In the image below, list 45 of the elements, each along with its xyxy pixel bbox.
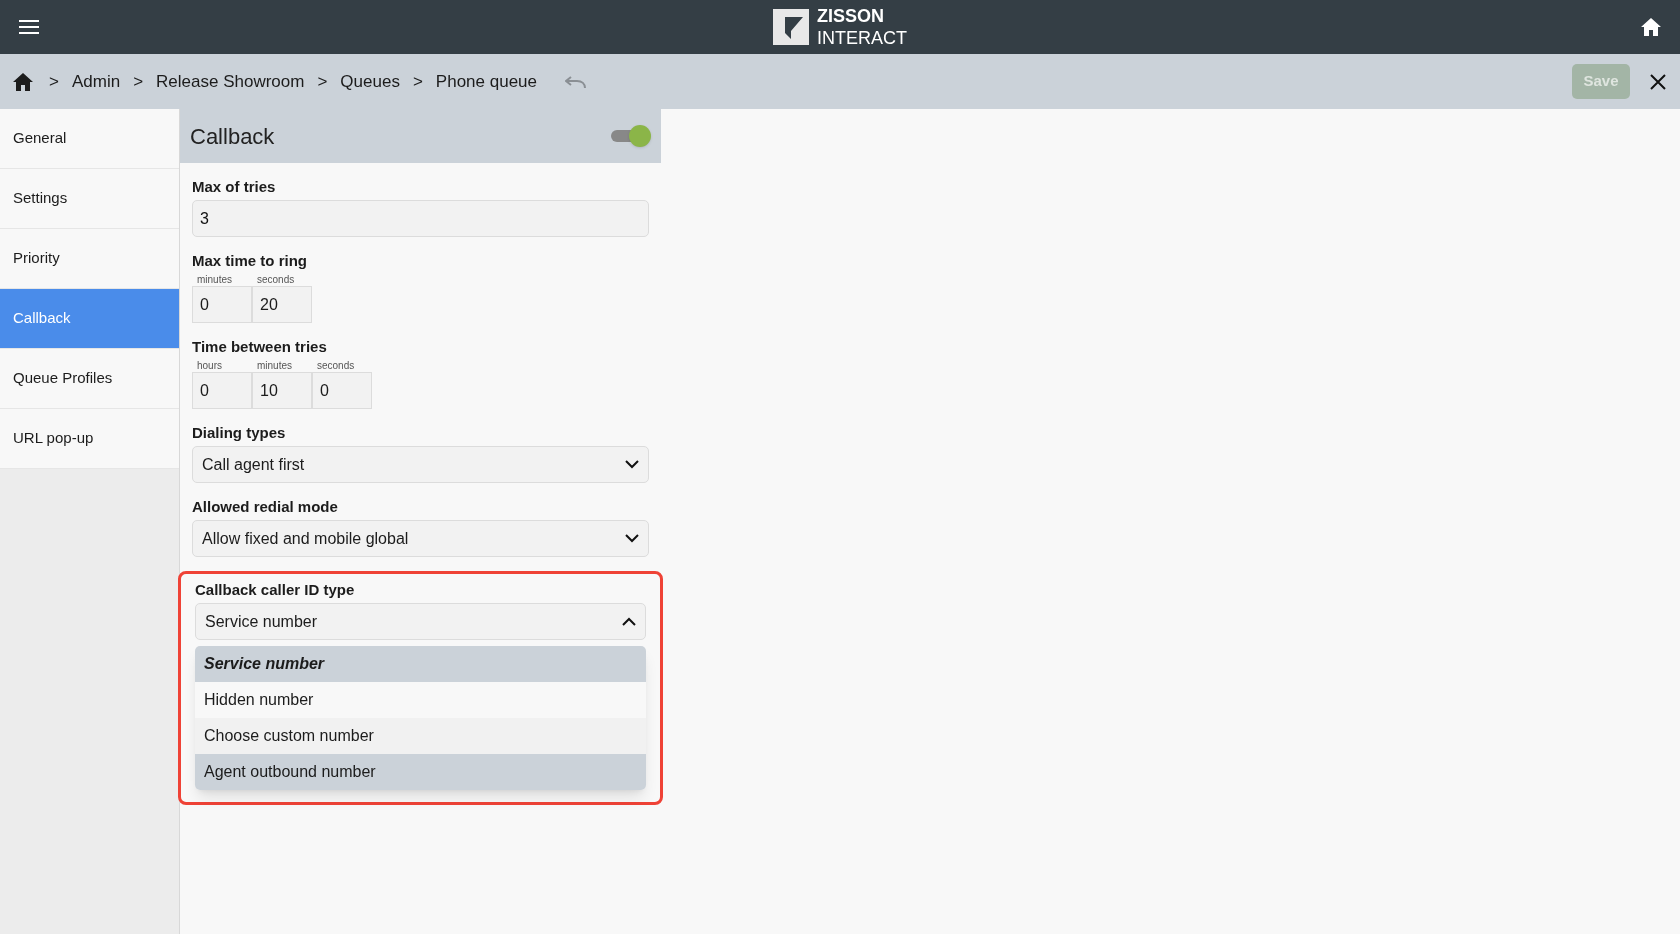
breadcrumb-link[interactable]: Phone queue (435, 68, 537, 95)
toggle-switch[interactable] (611, 125, 651, 147)
sidebar-item[interactable]: Settings (0, 169, 179, 229)
sidebar-item[interactable]: URL pop-up (0, 409, 179, 469)
dropdown-option[interactable]: Hidden number (195, 682, 646, 718)
field-label: Time between tries (192, 337, 328, 357)
home-icon[interactable] (12, 71, 34, 92)
dropdown-field[interactable]: Call agent first (192, 446, 649, 483)
input-field[interactable]: 3 (192, 200, 649, 237)
input-field[interactable]: 10 (252, 372, 312, 409)
breadcrumb-link[interactable]: Admin (71, 68, 121, 95)
unit-label: minutes (256, 360, 293, 372)
dropdown-option[interactable]: Choose custom number (195, 718, 646, 754)
panel-title: Callback (190, 122, 275, 151)
field-label: Allowed redial mode (192, 497, 339, 517)
dropdown-option[interactable]: Service number (195, 646, 646, 682)
dropdown-option[interactable]: Agent outbound number (195, 754, 646, 790)
field-label: Max of tries (192, 177, 277, 197)
logo-text: INTERACT (817, 27, 907, 49)
unit-label: seconds (256, 274, 296, 286)
field-label: Dialing types (192, 423, 287, 443)
breadcrumb-link[interactable]: Release Showroom (156, 68, 305, 95)
logo-icon (773, 9, 809, 45)
input-field[interactable]: 0 (312, 372, 372, 409)
sidebar-item[interactable]: Queue Profiles (0, 349, 179, 409)
sidebar-item[interactable]: Priority (0, 229, 179, 289)
breadcrumb-separator: > (317, 70, 328, 93)
breadcrumb-separator: > (49, 70, 59, 93)
input-field[interactable]: 0 (192, 372, 252, 409)
home-icon[interactable] (1640, 16, 1662, 38)
close-icon[interactable] (1650, 73, 1666, 90)
field-label: Max time to ring (192, 251, 308, 271)
field-label: Callback caller ID type (195, 580, 356, 600)
breadcrumb-link[interactable]: Queues (340, 68, 400, 95)
unit-label: seconds (316, 360, 356, 372)
unit-label: hours (196, 360, 223, 372)
sidebar-item[interactable]: General (0, 109, 179, 169)
unit-label: minutes (196, 274, 233, 286)
dropdown-field[interactable]: Allow fixed and mobile global (192, 520, 649, 557)
breadcrumb-separator: > (133, 70, 144, 93)
breadcrumb-separator: > (412, 70, 423, 93)
input-field[interactable]: 0 (192, 286, 252, 323)
logo-text: ZISSON (817, 5, 885, 27)
dropdown-field[interactable]: Service number (195, 603, 646, 640)
input-field[interactable]: 20 (252, 286, 312, 323)
